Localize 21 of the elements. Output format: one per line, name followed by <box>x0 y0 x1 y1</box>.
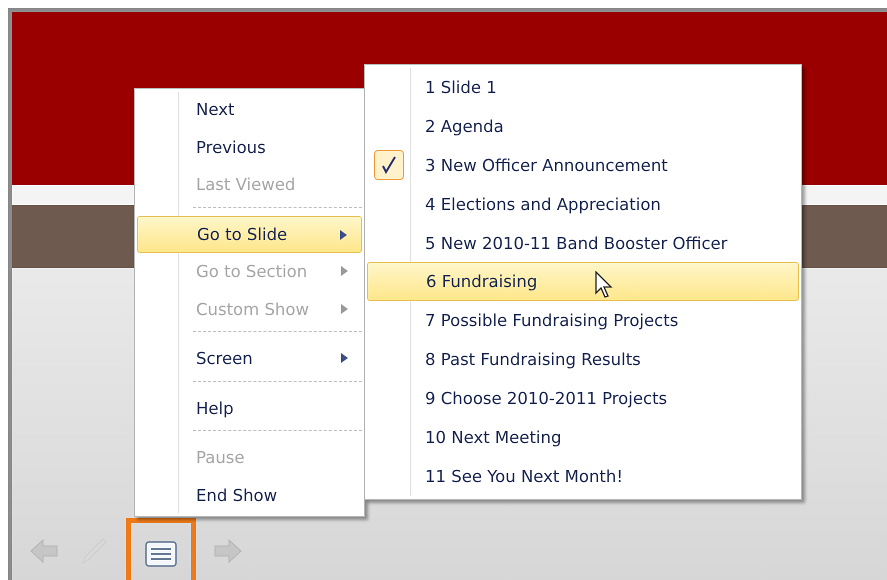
slide-menu-item[interactable]: 1 Slide 1 <box>367 68 799 107</box>
menu-icon <box>145 540 177 566</box>
menu-item[interactable]: Go to Slide <box>137 216 362 253</box>
slide-menu-item[interactable]: 7 Possible Fundraising Projects <box>367 301 799 340</box>
left-arrow-icon <box>29 538 59 564</box>
menu-item[interactable]: Screen <box>137 340 362 378</box>
right-arrow-icon <box>213 538 243 564</box>
slide-menu-item[interactable]: 8 Past Fundraising Results <box>367 340 799 380</box>
slide-menu-item[interactable]: 9 Choose 2010-2011 Projects <box>367 379 799 418</box>
slide-menu-item[interactable]: 11 See You Next Month! <box>367 456 799 496</box>
menu-item[interactable]: End Show <box>137 476 362 514</box>
slide-menu-item[interactable]: 2 Agenda <box>367 106 799 146</box>
menu-item[interactable]: Help <box>137 390 362 427</box>
menu-item[interactable]: Previous <box>137 128 362 166</box>
slide-menu-item[interactable]: 6 Fundraising <box>367 262 799 302</box>
slide-menu-item[interactable]: 3 New Officer Announcement <box>367 146 799 185</box>
slide-menu-item[interactable]: 5 New 2010-11 Band Booster Officer <box>367 224 799 262</box>
slide-menu-item[interactable]: 4 Elections and Appreciation <box>367 184 799 224</box>
slide-menu-item[interactable]: 10 Next Meeting <box>367 418 799 457</box>
mouse-pointer-icon <box>595 271 615 300</box>
menu-item[interactable]: Next <box>137 91 362 128</box>
